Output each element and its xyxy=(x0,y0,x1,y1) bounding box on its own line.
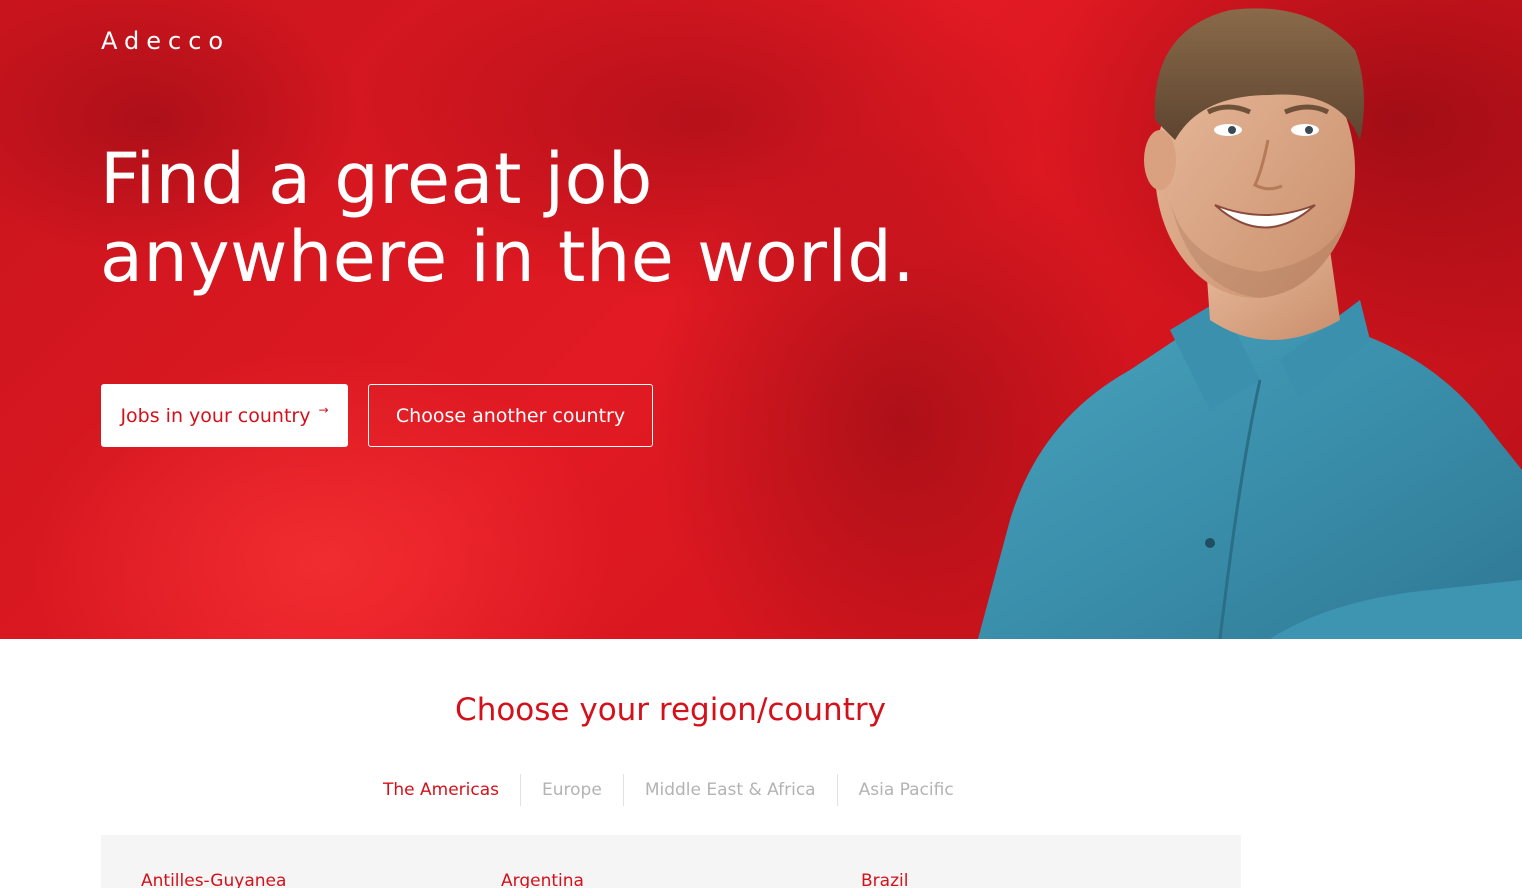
country-link-argentina[interactable]: Argentina xyxy=(501,871,584,888)
hero-banner: Adecco Find a great job anywhere in the … xyxy=(0,0,1522,639)
arrow-right-icon: → xyxy=(318,402,329,417)
choose-another-country-button[interactable]: Choose another country xyxy=(368,384,653,447)
country-link-brazil[interactable]: Brazil xyxy=(861,871,908,888)
hero-headline: Find a great job anywhere in the world. xyxy=(100,138,916,298)
region-section-title: Choose your region/country xyxy=(455,692,886,728)
jobs-in-your-country-button[interactable]: Jobs in your country → xyxy=(101,384,348,447)
adecco-logo[interactable]: Adecco xyxy=(101,27,230,55)
region-tabs: The Americas Europe Middle East & Africa… xyxy=(362,773,975,807)
hero-person-image xyxy=(978,8,1522,639)
tab-the-americas[interactable]: The Americas xyxy=(362,774,520,806)
tab-asia-pacific[interactable]: Asia Pacific xyxy=(836,774,975,806)
jobs-in-your-country-label: Jobs in your country xyxy=(120,404,311,427)
tab-europe[interactable]: Europe xyxy=(520,774,623,806)
tab-middle-east-africa[interactable]: Middle East & Africa xyxy=(622,774,837,806)
choose-another-country-label: Choose another country xyxy=(395,404,626,427)
country-link-antilles-guyanea[interactable]: Antilles-Guyanea xyxy=(141,871,286,888)
country-list-panel: Antilles-Guyanea Argentina Brazil xyxy=(101,835,1241,888)
